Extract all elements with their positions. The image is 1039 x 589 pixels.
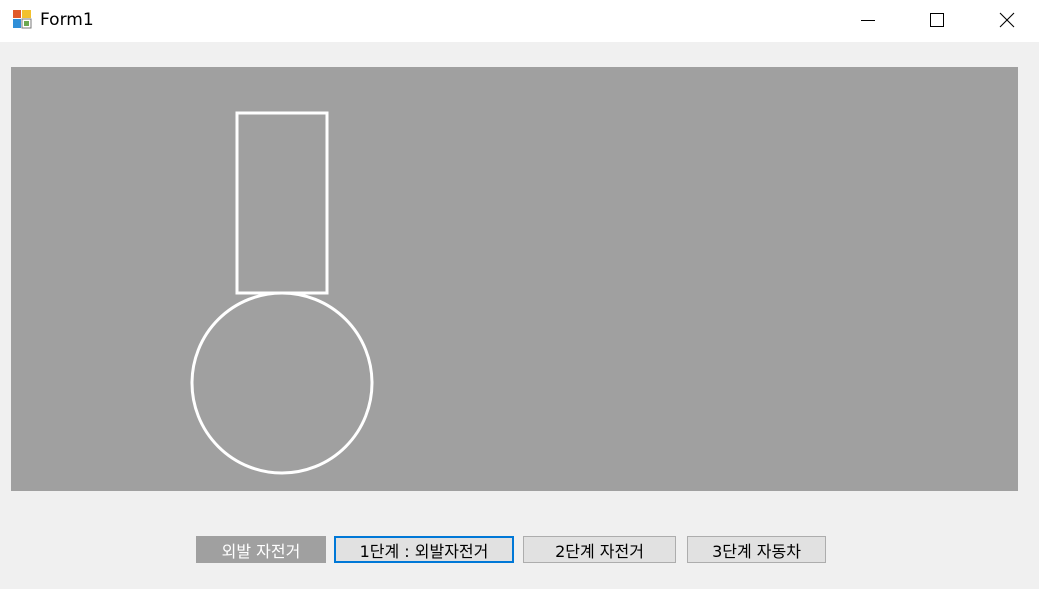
maximize-button[interactable] — [914, 0, 960, 40]
drawing-canvas[interactable] — [11, 67, 1018, 491]
minimize-icon — [861, 20, 875, 21]
window-title: Form1 — [40, 10, 94, 30]
step3-car-button[interactable]: 3단계 자동차 — [687, 536, 826, 563]
close-icon — [999, 12, 1015, 28]
close-button[interactable] — [984, 0, 1030, 40]
minimize-button[interactable] — [845, 0, 891, 40]
step1-unicycle-button[interactable]: 1단계 : 외발자전거 — [334, 536, 514, 563]
title-bar[interactable]: Form1 — [0, 0, 1039, 42]
step2-bicycle-button[interactable]: 2단계 자전거 — [523, 536, 676, 563]
frame-rectangle — [235, 111, 329, 295]
maximize-icon — [930, 13, 944, 27]
wheel-circle — [190, 291, 374, 475]
form1-window: Form1 외발 자전거 1단계 : 외발자전거 2단계 자전거 3단계 자동차 — [0, 0, 1039, 589]
app-icon — [12, 9, 32, 29]
unicycle-button[interactable]: 외발 자전거 — [196, 536, 326, 563]
